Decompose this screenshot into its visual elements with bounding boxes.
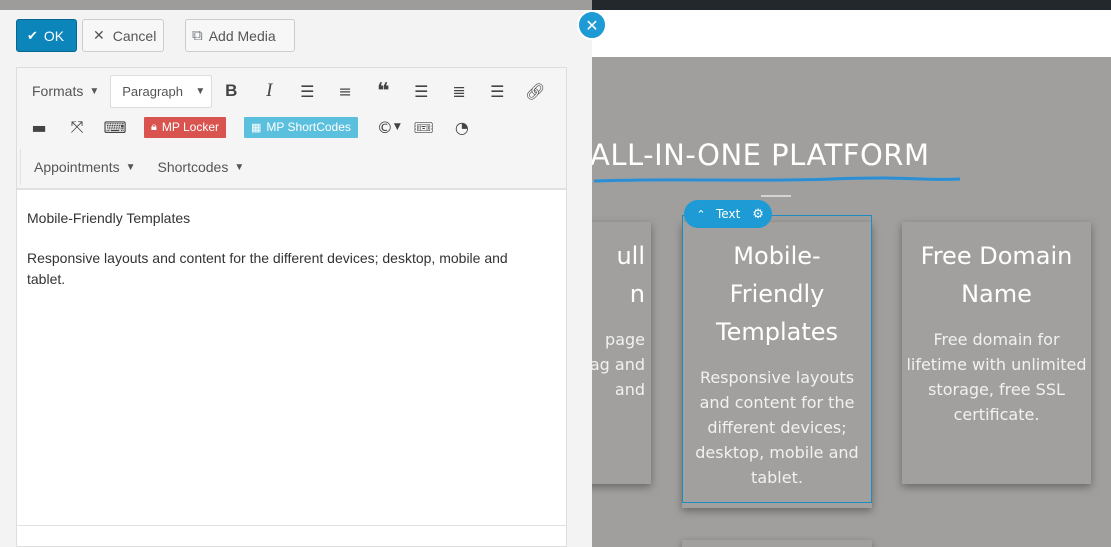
numbered-list-icon[interactable]: ≡ [326, 76, 364, 106]
caret-down-icon: ▼ [89, 85, 100, 97]
caret-down-icon: ▼ [125, 161, 136, 173]
feature-card-free-domain[interactable]: Free Domain Name Free domain for lifetim… [902, 222, 1091, 484]
editor-status-divider [17, 525, 566, 526]
caret-down-icon: ▼ [195, 85, 206, 97]
toolbar-row-1: Formats ▼ Paragraph ▼ B I ☰ ≡ ❝ ☰ ≣ ☰ 🔗︎ [17, 73, 554, 109]
content-heading: Mobile-Friendly Templates [27, 210, 191, 226]
close-icon[interactable]: ✕ [577, 10, 607, 40]
gear-icon[interactable]: ⚙ [752, 207, 764, 222]
ok-button[interactable]: ✔ OK [16, 19, 77, 52]
lock-icon: 🔒︎ [151, 120, 157, 133]
card-text: page ag and and [589, 330, 645, 399]
blockquote-icon[interactable]: ❝ [364, 76, 402, 106]
rich-text-editor[interactable]: Formats ▼ Paragraph ▼ B I ☰ ≡ ❝ ☰ ≣ ☰ 🔗︎ ▬… [16, 67, 567, 547]
formats-dropdown[interactable]: Formats ▼ [32, 83, 99, 99]
cancel-button[interactable]: ✕ Cancel [82, 19, 164, 52]
bullet-list-icon[interactable]: ☰ [288, 76, 326, 106]
hero-underline [593, 176, 961, 183]
align-center-icon[interactable]: ≣ [440, 76, 478, 106]
align-left-icon[interactable]: ☰ [402, 76, 440, 106]
read-more-icon[interactable]: ▬ [20, 112, 58, 142]
card-text: Free domain for lifetime with unlimited … [906, 330, 1087, 424]
checkmark-icon: ✔ [27, 27, 38, 43]
feature-card-bottom[interactable] [682, 540, 872, 547]
close-icon: ✕ [93, 27, 105, 43]
ticket-icon[interactable]: 🎟︎ [405, 112, 443, 142]
add-media-button[interactable]: ⧉ Add Media [185, 19, 295, 52]
selected-element-outline [682, 215, 872, 503]
caret-down-icon: ▼ [234, 161, 245, 173]
chevron-up-icon[interactable]: ⌃ [692, 205, 710, 223]
element-toolbar-chip[interactable]: ⌃ Text ⚙ [684, 200, 772, 228]
bold-button[interactable]: B [212, 76, 250, 106]
appointments-dropdown[interactable]: Appointments ▼ [34, 159, 136, 175]
caret-down-icon[interactable]: ▼ [394, 122, 401, 132]
italic-button[interactable]: I [250, 76, 288, 106]
mp-locker-button[interactable]: 🔒︎ MP Locker [144, 116, 226, 138]
paragraph-select[interactable]: Paragraph ▼ [110, 74, 213, 108]
card-title: Free Domain Name [920, 242, 1073, 308]
keyboard-icon[interactable]: ⌨ [96, 112, 134, 142]
grid-icon: ▦ [251, 121, 262, 134]
link-icon[interactable]: 🔗︎ [516, 76, 554, 106]
editor-content[interactable]: Mobile-Friendly Templates Responsive lay… [27, 208, 547, 309]
align-right-icon[interactable]: ☰ [478, 76, 516, 106]
content-body: Responsive layouts and content for the d… [27, 250, 508, 287]
editor-toolbar: Formats ▼ Paragraph ▼ B I ☰ ≡ ❝ ☰ ≣ ☰ 🔗︎ ▬… [17, 68, 566, 190]
admin-bar [592, 0, 1111, 10]
fullscreen-icon[interactable]: ⤧ [58, 112, 96, 142]
shortcodes-dropdown[interactable]: Shortcodes ▼ [158, 159, 245, 175]
element-type-label: Text [716, 207, 741, 221]
site-header [592, 10, 1111, 57]
hero-divider [761, 195, 791, 197]
toolbar-row-3: Appointments ▼ Shortcodes ▼ [20, 149, 244, 185]
toolbar-row-2: ▬ ⤧ ⌨ 🔒︎ MP Locker ▦ MP ShortCodes © ▼ 🎟… [17, 109, 481, 145]
card-title: ull n [616, 242, 645, 308]
pie-chart-icon[interactable]: ◔ [443, 112, 481, 142]
media-icon: ⧉ [192, 27, 203, 44]
mp-shortcodes-button[interactable]: ▦ MP ShortCodes [244, 116, 358, 138]
hero-title: ALL-IN-ONE PLATFORM [590, 138, 930, 172]
